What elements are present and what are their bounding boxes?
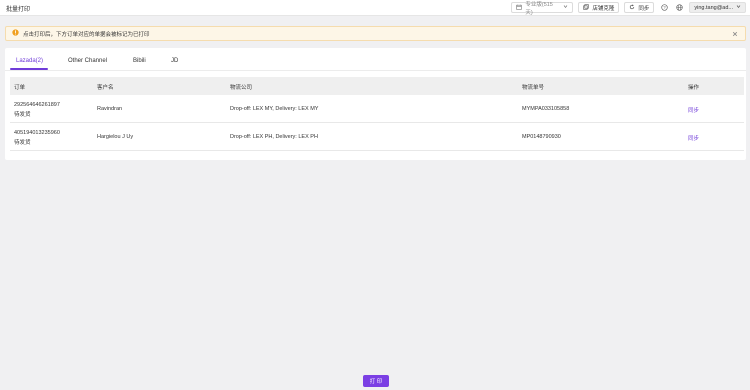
user-menu[interactable]: ying.tang@ad... [689, 2, 746, 13]
tab-bibili[interactable]: Bibili [133, 58, 146, 64]
order-status: 待发货 [14, 112, 31, 118]
table-row: 405194013235960 待发货 Hargielou J Uy Drop-… [10, 123, 744, 151]
column-header-logistics: 物流公司 [230, 85, 253, 91]
tracking-number: MP0148790930 [522, 134, 561, 140]
warning-icon [12, 29, 19, 38]
plan-label: 专业版(515 天) [525, 1, 553, 16]
user-label: ying.tang@ad... [694, 4, 733, 11]
column-header-tracking: 物流单号 [522, 85, 545, 91]
help-icon[interactable]: ? [659, 3, 669, 13]
order-number: 292564646261897 [14, 102, 60, 108]
alert-text: 点击打印后，下方订单对应的单据会被标记为已打印 [23, 31, 150, 38]
clone-icon [583, 3, 590, 12]
chevron-down-icon [563, 4, 568, 11]
order-status: 待发货 [14, 140, 31, 146]
active-tab-indicator [10, 68, 48, 70]
orders-card: Lazada(2) Other Channel Bibili JD 订单 客户名… [5, 48, 746, 160]
tracking-number: MYMPA033105858 [522, 106, 570, 112]
svg-text:?: ? [663, 5, 666, 10]
chevron-down-icon [736, 4, 741, 11]
table-row: 292564646261897 待发货 Ravindran Drop-off: … [10, 95, 744, 123]
customer-name: Ravindran [97, 106, 123, 112]
channel-tabs: Lazada(2) Other Channel Bibili JD [5, 48, 746, 71]
page-title: 批量打印 [6, 7, 31, 13]
sync-label: 同步 [638, 5, 650, 12]
logistics-company: Drop-off: LEX PH, Delivery: LEX PH [230, 134, 318, 140]
sync-button[interactable]: 同步 [624, 2, 655, 13]
plan-selector[interactable]: 专业版(515 天) [511, 1, 574, 16]
sync-link[interactable]: 同步 [688, 134, 699, 142]
shop-clone-button[interactable]: 店铺克隆 [578, 2, 620, 13]
globe-icon[interactable] [674, 3, 684, 13]
refresh-icon [629, 3, 635, 12]
order-number: 405194013235960 [14, 130, 60, 136]
calendar-icon [516, 4, 523, 12]
close-icon[interactable] [731, 30, 739, 38]
column-header-order: 订单 [14, 85, 26, 91]
print-button[interactable]: 打 印 [363, 375, 389, 387]
tab-jd[interactable]: JD [171, 58, 178, 64]
tab-lazada[interactable]: Lazada(2) [16, 58, 43, 64]
tab-other-channel[interactable]: Other Channel [68, 58, 107, 64]
table-header: 订单 客户名 物流公司 物流单号 操作 [10, 77, 744, 95]
header-actions: 专业版(515 天) 店铺克隆 同步 ? ying.tang@ad... [511, 1, 746, 16]
logistics-company: Drop-off: LEX MY, Delivery: LEX MY [230, 106, 319, 112]
sync-link[interactable]: 同步 [688, 106, 699, 114]
top-bar: 批量打印 专业版(515 天) 店铺克隆 同步 ? ying.tang@ad..… [0, 0, 750, 16]
info-alert: 点击打印后，下方订单对应的单据会被标记为已打印 [5, 26, 746, 41]
shop-clone-label: 店铺克隆 [592, 5, 615, 12]
column-header-customer: 客户名 [97, 85, 114, 91]
customer-name: Hargielou J Uy [97, 134, 134, 140]
column-header-action: 操作 [688, 85, 700, 91]
orders-table: 订单 客户名 物流公司 物流单号 操作 292564646261897 待发货 … [10, 77, 744, 151]
